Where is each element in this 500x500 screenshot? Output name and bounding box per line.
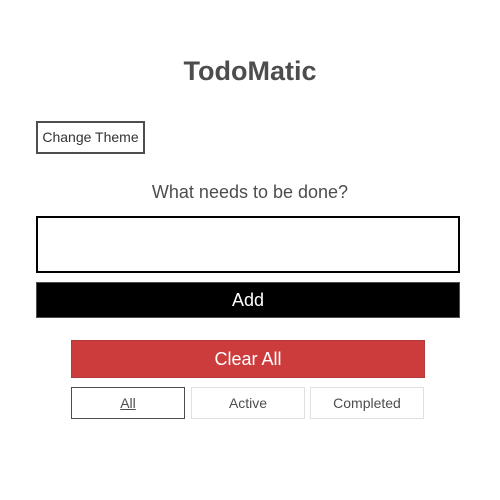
app-title: TodoMatic: [183, 56, 317, 86]
filter-completed-button[interactable]: Completed: [310, 387, 424, 419]
new-todo-input[interactable]: [36, 216, 460, 273]
new-todo-prompt: What needs to be done?: [151, 182, 349, 202]
add-button[interactable]: Add: [36, 282, 460, 318]
change-theme-button[interactable]: Change Theme: [36, 121, 145, 154]
todo-app: TodoMatic Change Theme What needs to be …: [0, 0, 500, 500]
filter-active-button[interactable]: Active: [191, 387, 305, 419]
filter-group: All Active Completed: [71, 387, 425, 419]
clear-all-button[interactable]: Clear All: [71, 340, 425, 378]
filter-all-button[interactable]: All: [71, 387, 185, 419]
